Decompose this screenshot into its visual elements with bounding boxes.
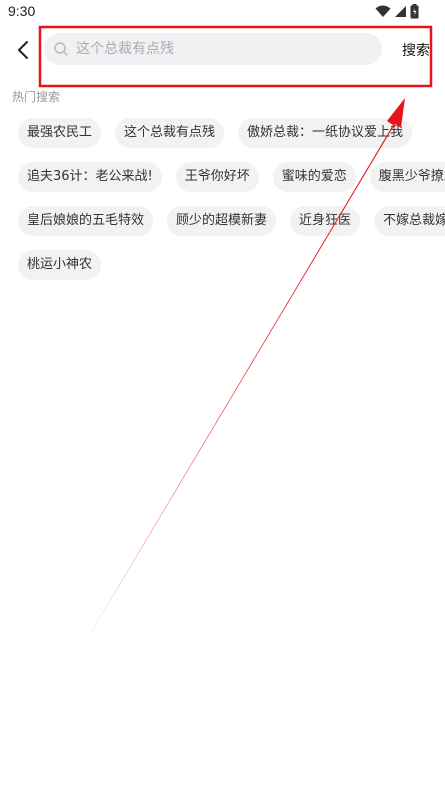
search-box[interactable] — [44, 33, 382, 65]
status-bar: 9:30 — [0, 0, 445, 26]
back-button[interactable] — [12, 38, 34, 62]
status-time: 9:30 — [8, 3, 36, 19]
hot-search-tag[interactable]: 不嫁总裁嫁男仆 — [374, 206, 445, 236]
tag-row: 最强农民工 这个总裁有点残 傲娇总裁：一纸协议爱上我 — [18, 118, 445, 148]
tag-row: 追夫36计：老公来战! 王爷你好坏 蜜味的爱恋 腹黑少爷撩上我 — [18, 162, 445, 192]
tag-row: 桃运小神农 — [18, 250, 445, 280]
battery-icon — [410, 4, 419, 19]
search-input[interactable] — [76, 33, 366, 65]
hot-search-tag[interactable]: 傲娇总裁：一纸协议爱上我 — [238, 118, 413, 148]
hot-search-tag[interactable]: 桃运小神农 — [18, 250, 102, 280]
hot-search-title: 热门搜索 — [12, 90, 61, 104]
hot-search-tag[interactable]: 王爷你好坏 — [175, 162, 259, 192]
hot-search-tag[interactable]: 皇后娘娘的五毛特效 — [18, 206, 154, 236]
search-icon — [54, 42, 68, 56]
chevron-left-icon — [18, 41, 28, 59]
signal-icon — [395, 6, 406, 17]
tag-row: 皇后娘娘的五毛特效 顾少的超模新妻 近身狂医 不嫁总裁嫁男仆 — [18, 206, 445, 236]
hot-search-tag[interactable]: 蜜味的爱恋 — [272, 162, 356, 192]
hot-search-tag[interactable]: 顾少的超模新妻 — [167, 206, 277, 236]
hot-search-tag[interactable]: 追夫36计：老公来战! — [18, 162, 162, 192]
hot-search-tag[interactable]: 近身狂医 — [290, 206, 361, 236]
hot-search-tag[interactable]: 这个总裁有点残 — [115, 118, 225, 148]
hot-search-tags: 最强农民工 这个总裁有点残 傲娇总裁：一纸协议爱上我 追夫36计：老公来战! 王… — [18, 118, 445, 288]
hot-search-tag[interactable]: 腹黑少爷撩上我 — [369, 162, 445, 192]
wifi-icon — [375, 5, 391, 17]
search-button[interactable]: 搜索 — [402, 40, 430, 60]
status-icons — [375, 4, 419, 19]
hot-search-tag[interactable]: 最强农民工 — [18, 118, 102, 148]
